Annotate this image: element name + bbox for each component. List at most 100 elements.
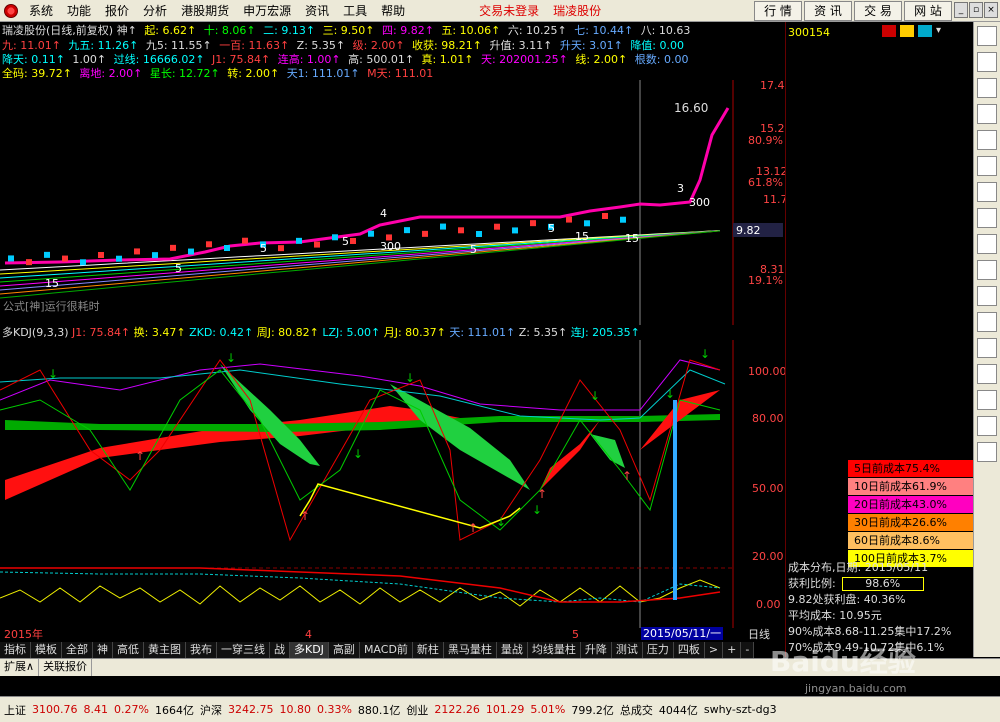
candle <box>62 255 68 262</box>
settings-icon[interactable] <box>918 25 932 37</box>
server-name: swhy-szt-dg3 <box>703 703 777 716</box>
chart-type-icon[interactable] <box>900 25 914 37</box>
indicator-tab-bar: 指标 模板 全部神高低 黄主图 我布 一穿三线战多KDJ 高副 MACD前 新柱 黑马量柱 量战 均线… <box>0 641 785 658</box>
kdj-value: 天: 111.01↑ <box>449 326 519 339</box>
menu-tools[interactable]: 工具 <box>336 2 374 19</box>
indicator-tab[interactable]: 黄主图 <box>144 641 186 658</box>
chart-icon[interactable] <box>977 52 997 72</box>
rsi-icon[interactable] <box>977 234 997 254</box>
indicator-value: 五: 10.06↑ <box>441 24 504 37</box>
plus-icon[interactable] <box>977 390 997 410</box>
menu-function[interactable]: 功能 <box>60 2 98 19</box>
indicator-tab[interactable]: 神 <box>93 641 113 658</box>
refresh-icon[interactable] <box>977 286 997 306</box>
indicator-value: 十: 8.06↑ <box>203 24 260 37</box>
candle <box>350 238 356 244</box>
price-annotation: 4 <box>380 207 387 220</box>
indicator-tab[interactable]: 量战 <box>496 641 528 658</box>
website-button[interactable]: 网 站 <box>904 1 952 21</box>
indicator-tab[interactable]: 模板 <box>31 641 62 658</box>
line-icon[interactable] <box>977 104 997 124</box>
list-icon[interactable] <box>977 338 997 358</box>
ma-line <box>0 230 721 275</box>
move-icon[interactable] <box>977 260 997 280</box>
price-panel-title[interactable]: 瑞凌股份(日线,前复权) <box>2 24 113 37</box>
menu-system[interactable]: 系统 <box>22 2 60 19</box>
signal-arrow-icon: ↓ <box>665 387 675 401</box>
kdj-chart[interactable]: ↓↑↓↑↓↓↑ ↓↓↑↓↑↓↓ 100.00 80.00 50.00 20.00 … <box>0 340 785 628</box>
indicator-tab[interactable]: 黑马量柱 <box>443 641 497 658</box>
dropdown-icon[interactable]: ▾ <box>936 25 948 37</box>
watermark-url: jingyan.baidu.com <box>805 682 907 695</box>
indicator-tab[interactable]: 战 <box>270 641 290 658</box>
grid-icon[interactable] <box>977 364 997 384</box>
tab-nav-button[interactable]: > <box>704 641 724 658</box>
indicator-value: 降值: 0.00 <box>630 39 685 52</box>
indicator-value: Z: 5.35↑ <box>296 39 349 52</box>
kdj-ytick: 0.00 <box>756 598 781 611</box>
indicator-tab[interactable]: 高副 <box>328 641 360 658</box>
cost-row: 60日前成本8.6% <box>848 532 974 549</box>
related-quote-tab[interactable]: 关联报价 <box>39 659 93 676</box>
info-button[interactable]: 资 讯 <box>804 1 852 21</box>
sh-label: 上证 <box>4 703 26 717</box>
current-stock-name: 瑞凌股份 <box>553 4 602 18</box>
indicator-tab[interactable]: 我布 <box>186 641 217 658</box>
indicator-tab[interactable]: 高低 <box>113 641 144 658</box>
dist-date: 成本分布,日期: 2015/05/11 <box>788 561 929 574</box>
money-icon[interactable] <box>977 312 997 332</box>
candle-icon[interactable] <box>977 78 997 98</box>
indicator-tab[interactable]: 多KDJ <box>290 641 329 658</box>
trade-login-status[interactable]: 交易未登录 <box>472 2 546 19</box>
period-label[interactable]: 日线 <box>748 628 770 641</box>
fiz2-icon[interactable] <box>977 208 997 228</box>
indicator-value: 三: 9.50↑ <box>322 24 378 37</box>
restore-icon[interactable]: ▫ <box>969 2 983 18</box>
bar-icon[interactable] <box>977 130 997 150</box>
trade-button[interactable]: 交 易 <box>854 1 902 21</box>
indicator-tab[interactable]: 测试 <box>611 641 643 658</box>
indicator-value: 八: 10.63 <box>640 24 691 37</box>
expand-tab[interactable]: 扩展∧ <box>0 659 40 676</box>
price-indicator-row: 九: 11.01↑ 九五: 11.26↑ 九5: 11.55↑ 一百: 11.6… <box>2 39 688 52</box>
indicator-tab[interactable]: 一穿三线 <box>217 641 270 658</box>
indicator-tab[interactable]: 升降 <box>580 641 612 658</box>
arrow-up-icon[interactable] <box>977 26 997 46</box>
cy-value: 2122.26 <box>434 703 480 716</box>
candle <box>224 245 230 251</box>
price-annotation: 5 <box>470 243 477 256</box>
menu-help[interactable]: 帮助 <box>374 2 412 19</box>
grid2-icon[interactable] <box>977 442 997 462</box>
minimize-icon[interactable]: _ <box>954 2 968 18</box>
close-icon[interactable]: × <box>984 2 998 18</box>
price-chart[interactable]: 17.43 15.28 13.12 11.79 9.82 8.31 80.9% … <box>0 80 785 325</box>
kdj-panel-title[interactable]: 多KDJ(9,3,3) <box>2 326 69 339</box>
indicator-value: 九五: 11.26↑ <box>68 39 142 52</box>
menu-quote[interactable]: 报价 <box>98 2 136 19</box>
minus-icon[interactable] <box>977 416 997 436</box>
indicator-tab[interactable]: 新柱 <box>412 641 444 658</box>
pct-label: 61.8% <box>748 176 783 189</box>
candle <box>512 227 518 234</box>
menu-swhy[interactable]: 申万宏源 <box>236 2 298 19</box>
indicator-tab[interactable]: 压力 <box>642 641 674 658</box>
indicator-tab[interactable]: 全部 <box>62 641 93 658</box>
price-annotation: 15 <box>575 230 589 243</box>
fiz-icon[interactable] <box>977 182 997 202</box>
indicator-tab[interactable]: 四板 <box>673 641 705 658</box>
menu-hk-futures[interactable]: 港股期货 <box>174 2 236 19</box>
price-ytick: 11.79 <box>763 193 785 206</box>
menu-news[interactable]: 资讯 <box>298 2 336 19</box>
tab-nav-button[interactable]: + <box>723 641 742 658</box>
flag-icon[interactable] <box>882 25 896 37</box>
indicator-value: 降天: 0.11↑ <box>2 53 69 66</box>
profit-value: 98.6% <box>841 577 924 591</box>
indicator-tab[interactable]: MACD前 <box>359 641 413 658</box>
indicator-tab[interactable]: 指标 <box>0 641 31 658</box>
menu-analysis[interactable]: 分析 <box>136 2 174 19</box>
kdj-value: 换: 3.47↑ <box>133 326 190 339</box>
indicator-tab[interactable]: 均线量柱 <box>527 641 581 658</box>
tab-nav-button[interactable]: - <box>741 641 755 658</box>
quote-button[interactable]: 行 情 <box>754 1 802 21</box>
f10-icon[interactable] <box>977 156 997 176</box>
